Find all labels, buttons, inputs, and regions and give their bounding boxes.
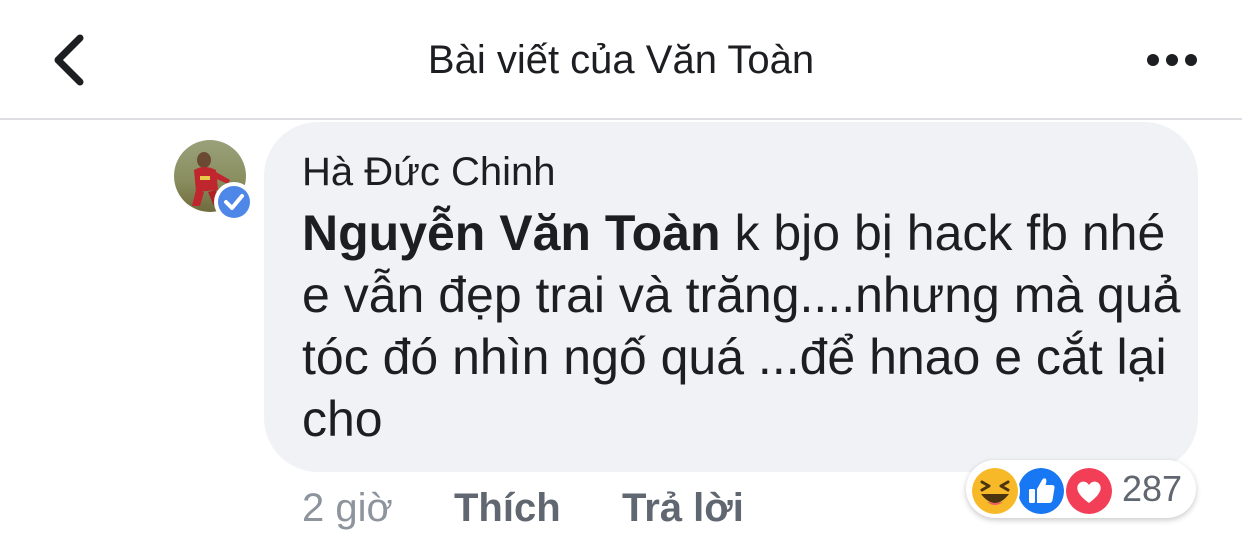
reactions-summary[interactable]: 287 xyxy=(966,460,1196,518)
like-button[interactable]: Thích xyxy=(454,478,561,538)
comment-author[interactable]: Hà Đức Chinh xyxy=(302,150,556,195)
comment-text: Nguyễn Văn Toàn k bjo bị hack fb nhé e v… xyxy=(302,202,1182,450)
love-reaction-icon xyxy=(1064,466,1114,516)
comment-mention[interactable]: Nguyễn Văn Toàn xyxy=(302,205,721,261)
haha-reaction-icon xyxy=(970,466,1020,516)
more-options-button[interactable] xyxy=(1140,40,1204,80)
page-title: Bài viết của Văn Toàn xyxy=(427,38,815,82)
comment-time: 2 giờ xyxy=(302,486,393,530)
more-horizontal-icon xyxy=(1147,54,1197,66)
reply-button[interactable]: Trả lời xyxy=(622,478,744,538)
verified-badge-icon xyxy=(214,182,254,222)
like-reaction-icon xyxy=(1016,466,1066,516)
header-divider xyxy=(0,118,1242,120)
reaction-count: 287 xyxy=(1122,468,1183,509)
